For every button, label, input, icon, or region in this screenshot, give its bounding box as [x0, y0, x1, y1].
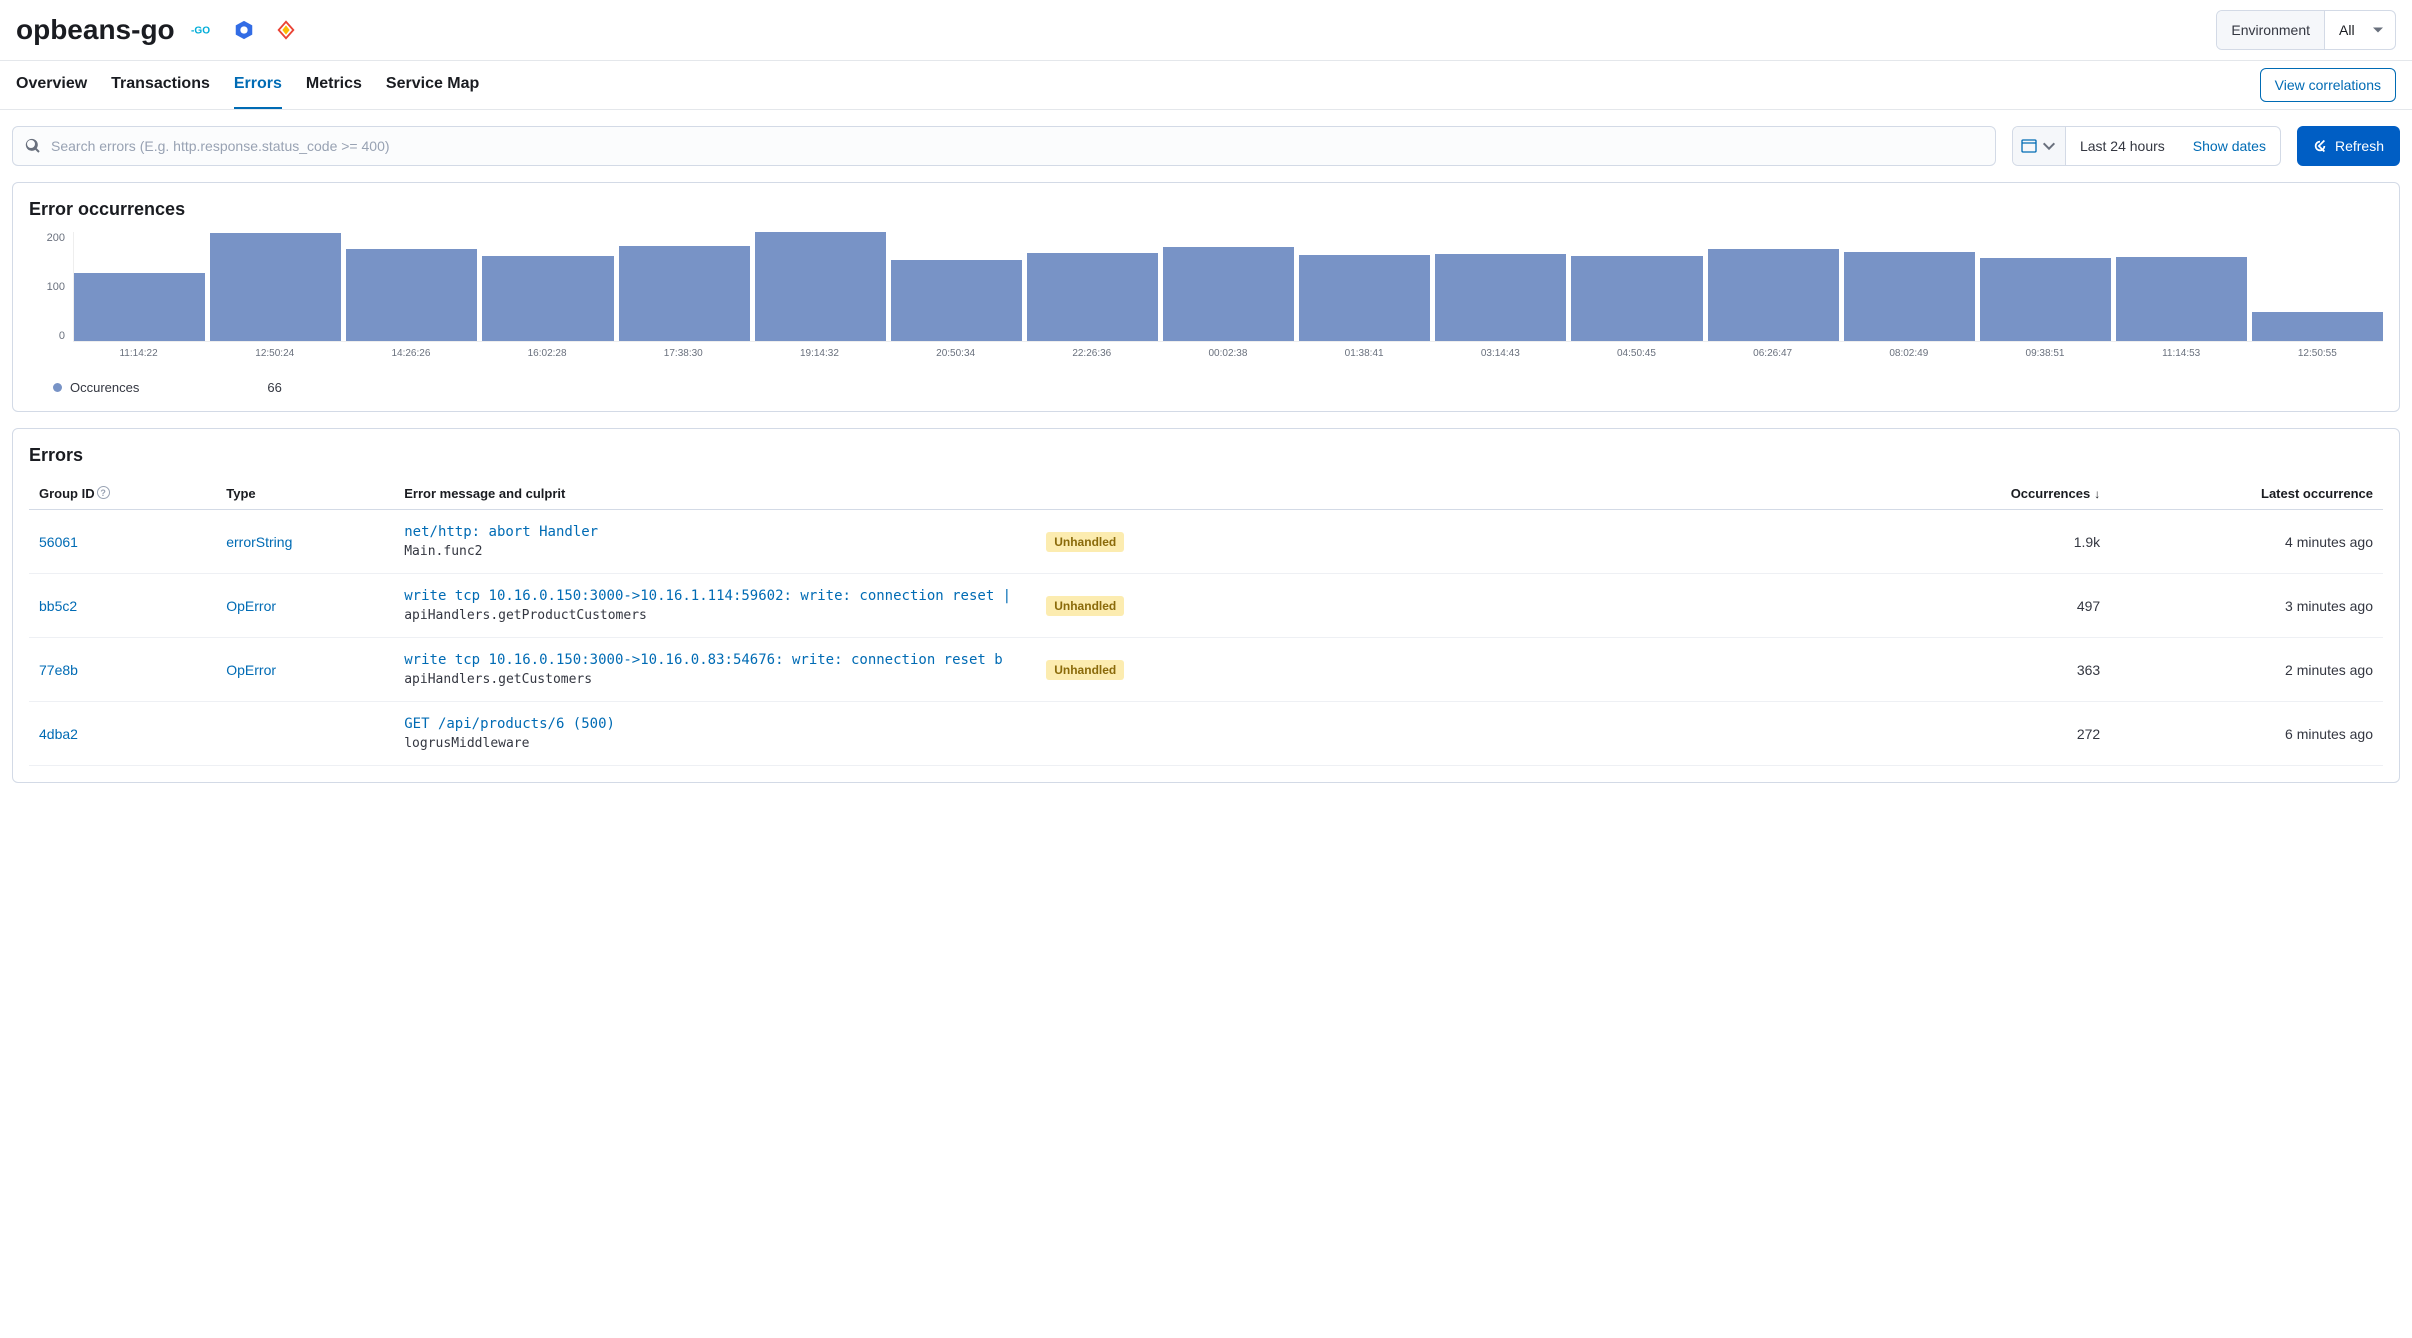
refresh-label: Refresh	[2335, 138, 2384, 154]
svg-text:-GO: -GO	[191, 26, 210, 37]
unhandled-badge: Unhandled	[1046, 532, 1124, 552]
error-message-link[interactable]: write tcp 10.16.0.150:3000->10.16.1.114:…	[404, 588, 1030, 604]
sort-desc-icon: ↓	[2094, 487, 2100, 501]
error-type-link[interactable]: errorString	[226, 534, 292, 550]
occurrences-value: 497	[1884, 574, 2110, 638]
chart-legend: Occurences 66	[29, 380, 2383, 395]
tab-service-map[interactable]: Service Map	[386, 61, 479, 109]
panel-title: Error occurrences	[29, 199, 2383, 220]
errors-table: Group ID? Type Error message and culprit…	[29, 478, 2383, 766]
tab-errors[interactable]: Errors	[234, 61, 282, 109]
col-type[interactable]: Type	[216, 478, 394, 510]
legend-value: 66	[267, 380, 281, 395]
refresh-button[interactable]: Refresh	[2297, 126, 2400, 166]
latest-value: 6 minutes ago	[2110, 702, 2383, 766]
tab-overview[interactable]: Overview	[16, 61, 87, 109]
group-id-link[interactable]: bb5c2	[39, 598, 77, 614]
environment-label: Environment	[2217, 11, 2325, 49]
chart-bar[interactable]	[1980, 258, 2111, 341]
col-latest[interactable]: Latest occurrence	[2110, 478, 2383, 510]
chart-x-axis: 11:14:2212:50:2414:26:2616:02:2817:38:30…	[73, 348, 2383, 359]
occurrences-value: 363	[1884, 638, 2110, 702]
error-culprit: apiHandlers.getCustomers	[404, 672, 1030, 687]
date-range-text: Last 24 hours	[2066, 138, 2179, 154]
table-row: 77e8b OpError write tcp 10.16.0.150:3000->…	[29, 638, 2383, 702]
latest-value: 4 minutes ago	[2110, 510, 2383, 574]
legend-dot	[53, 383, 62, 392]
view-correlations-button[interactable]: View correlations	[2260, 68, 2396, 102]
chart-bar[interactable]	[2252, 312, 2383, 341]
error-culprit: Main.func2	[404, 544, 1030, 559]
group-id-link[interactable]: 56061	[39, 534, 78, 550]
chevron-down-icon	[2041, 138, 2057, 154]
chart-bar[interactable]	[346, 249, 477, 341]
chart-bar[interactable]	[74, 273, 205, 341]
error-type-link[interactable]: OpError	[226, 598, 276, 614]
show-dates-link[interactable]: Show dates	[2179, 138, 2280, 154]
chart-bar[interactable]	[1571, 256, 1702, 341]
date-range-picker[interactable]: Last 24 hours Show dates	[2012, 126, 2281, 166]
go-icon: -GO	[191, 19, 213, 41]
table-row: 56061 errorString net/http: abort Handler M…	[29, 510, 2383, 574]
latest-value: 3 minutes ago	[2110, 574, 2383, 638]
group-id-link[interactable]: 4dba2	[39, 726, 78, 742]
calendar-icon[interactable]	[2013, 127, 2066, 165]
latest-value: 2 minutes ago	[2110, 638, 2383, 702]
chart-bar[interactable]	[2116, 257, 2247, 341]
chart-bar[interactable]	[1708, 249, 1839, 341]
occurrences-value: 272	[1884, 702, 2110, 766]
error-message-link[interactable]: net/http: abort Handler	[404, 524, 1030, 540]
chart-bar[interactable]	[755, 232, 886, 341]
environment-select[interactable]: Environment All	[2216, 10, 2396, 50]
table-row: bb5c2 OpError write tcp 10.16.0.150:3000->…	[29, 574, 2383, 638]
tab-metrics[interactable]: Metrics	[306, 61, 362, 109]
col-message[interactable]: Error message and culprit	[394, 478, 1884, 510]
search-icon	[25, 138, 41, 154]
service-name: opbeans-go	[16, 14, 175, 46]
chart-bars[interactable]	[73, 232, 2383, 342]
chart-bar[interactable]	[1844, 252, 1975, 341]
search-input[interactable]	[51, 138, 1983, 154]
chart-bar[interactable]	[482, 256, 613, 341]
kubernetes-icon	[233, 19, 255, 41]
search-box[interactable]	[12, 126, 1996, 166]
chart-bar[interactable]	[210, 233, 341, 341]
group-id-link[interactable]: 77e8b	[39, 662, 78, 678]
col-group-id[interactable]: Group ID?	[29, 478, 216, 510]
errors-table-panel: Errors Group ID? Type Error message and …	[12, 428, 2400, 783]
table-row: 4dba2 GET /api/products/6 (500) logrusMidd…	[29, 702, 2383, 766]
environment-value: All	[2325, 22, 2395, 38]
occurrences-value: 1.9k	[1884, 510, 2110, 574]
refresh-icon	[2313, 139, 2327, 153]
chart-bar[interactable]	[1299, 255, 1430, 341]
chart-bar[interactable]	[619, 246, 750, 341]
chart-bar[interactable]	[1163, 247, 1294, 341]
chart-bar[interactable]	[1027, 253, 1158, 341]
error-message-link[interactable]: GET /api/products/6 (500)	[404, 716, 1124, 732]
chart-y-axis: 2001000	[29, 232, 73, 342]
cloud-icon	[275, 19, 297, 41]
error-occurrences-panel: Error occurrences 2001000 11:14:2212:50:…	[12, 182, 2400, 412]
errors-panel-title: Errors	[29, 445, 2383, 466]
legend-label: Occurences	[70, 380, 139, 395]
error-culprit: apiHandlers.getProductCustomers	[404, 608, 1030, 623]
tab-transactions[interactable]: Transactions	[111, 61, 210, 109]
unhandled-badge: Unhandled	[1046, 596, 1124, 616]
chart-bar[interactable]	[1435, 254, 1566, 341]
col-occurrences[interactable]: Occurrences↓	[1884, 478, 2110, 510]
error-culprit: logrusMiddleware	[404, 736, 1124, 751]
chart-bar[interactable]	[891, 260, 1022, 341]
help-icon[interactable]: ?	[97, 486, 110, 499]
error-type-link[interactable]: OpError	[226, 662, 276, 678]
unhandled-badge: Unhandled	[1046, 660, 1124, 680]
error-message-link[interactable]: write tcp 10.16.0.150:3000->10.16.0.83:5…	[404, 652, 1030, 668]
